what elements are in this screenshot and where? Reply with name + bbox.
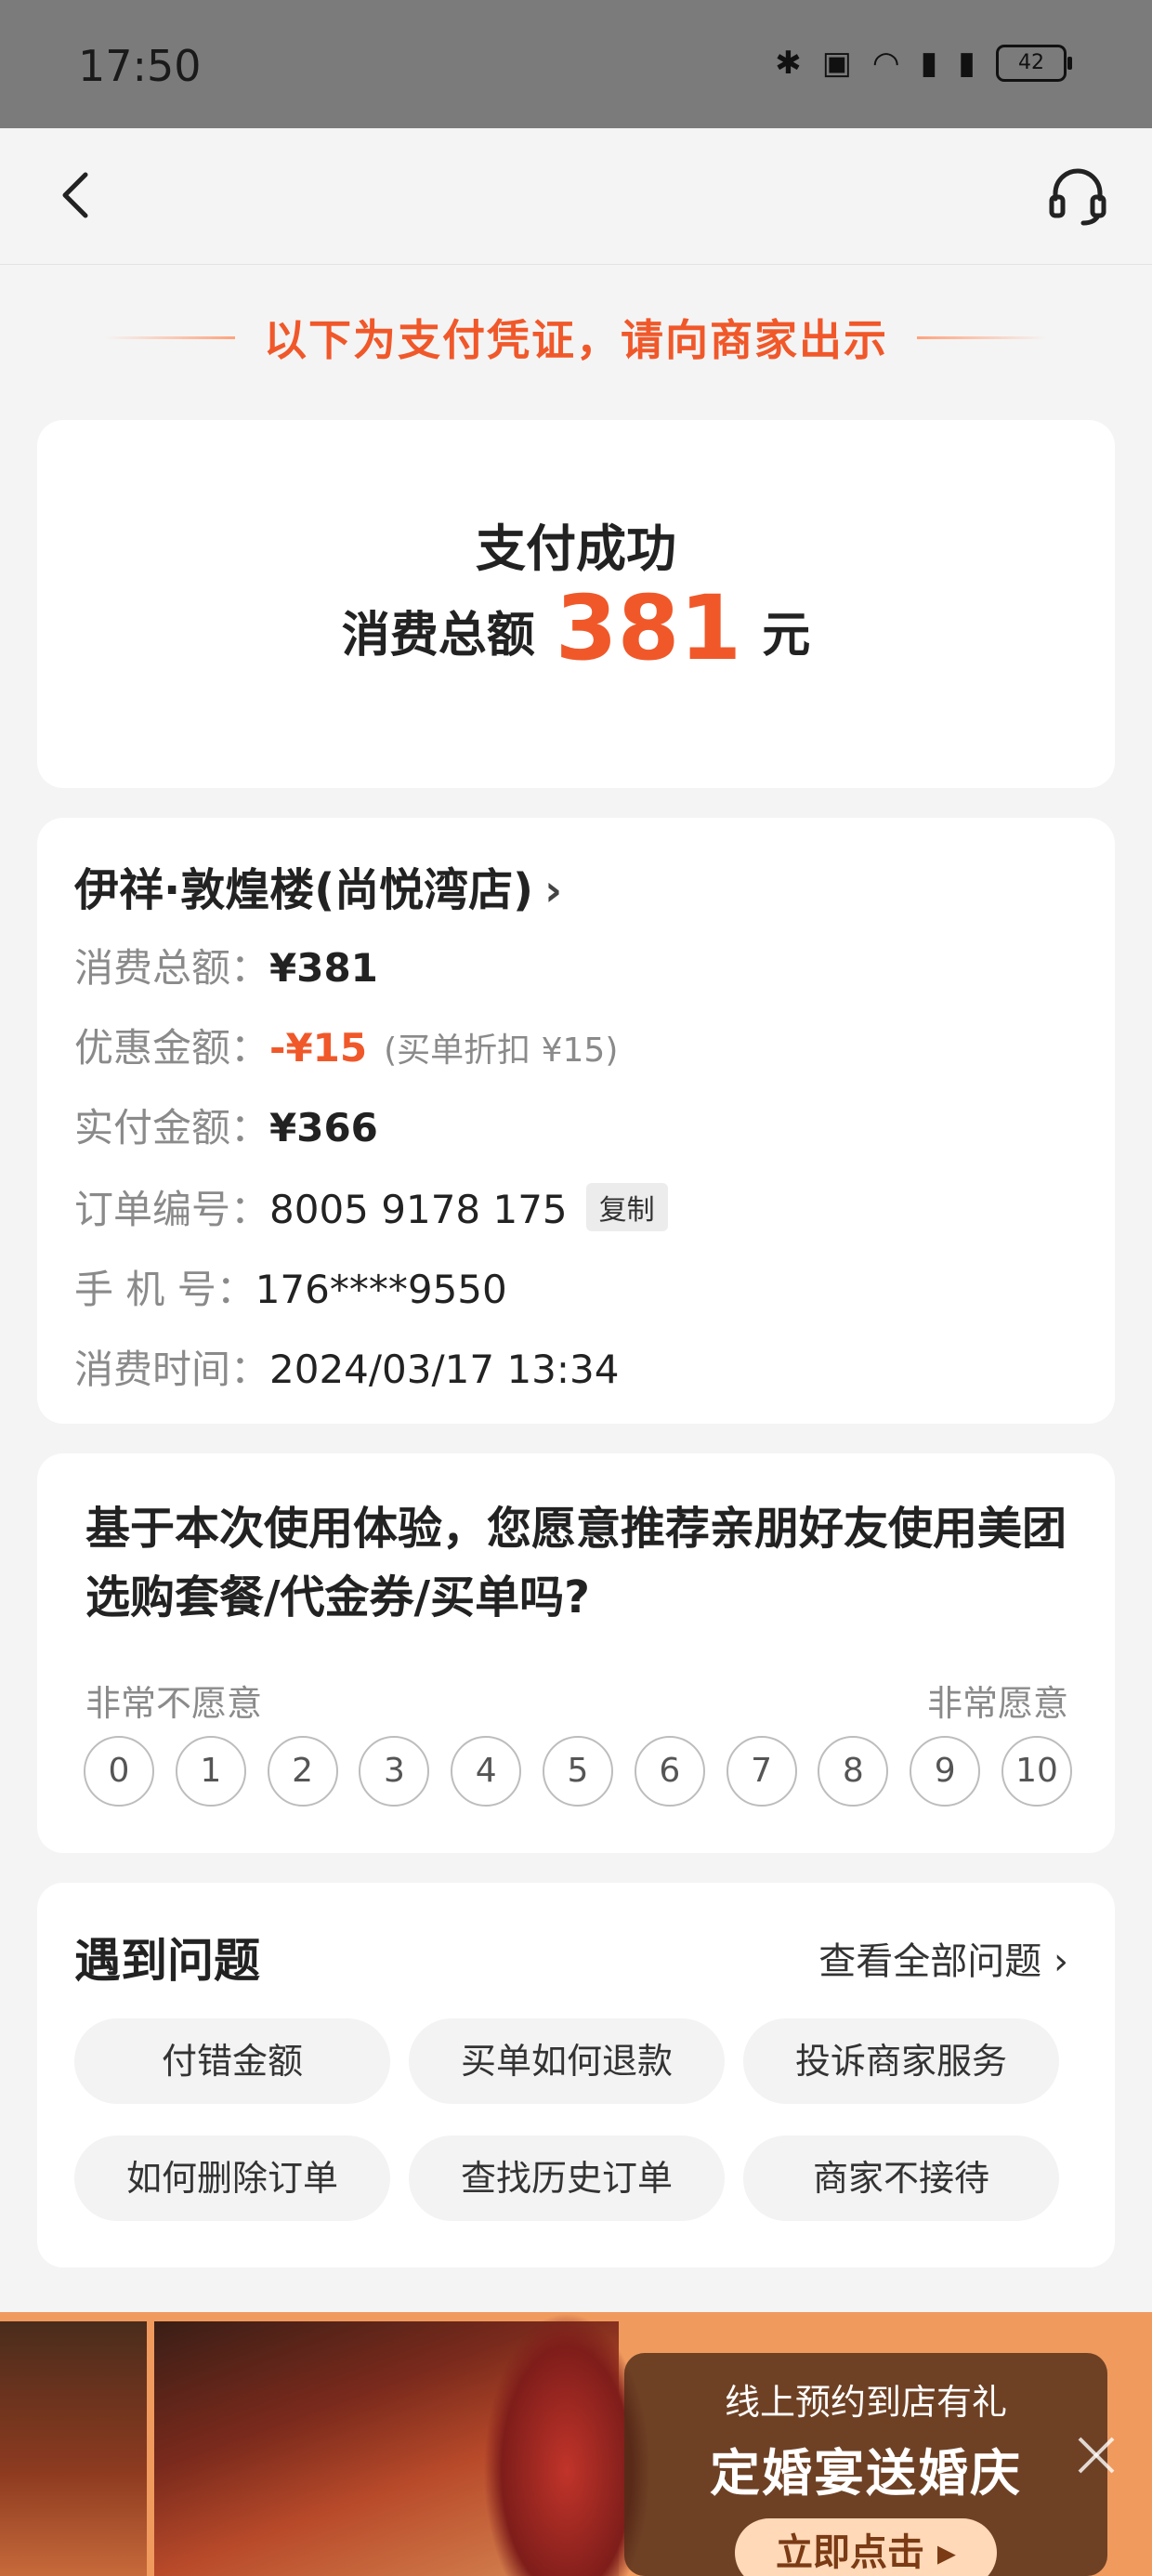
divider-left [104,335,235,339]
rating-option[interactable]: 10 [1001,1736,1072,1807]
total-amount-row: 消费总额 381 元 [37,576,1115,680]
status-icons: ✱ ▣ ◠ ▮ ▮ 42 [775,45,1072,82]
detail-value: 176****9550 [255,1267,507,1312]
view-all-questions-link[interactable]: 查看全部问题 › [818,1931,1068,1985]
rating-option[interactable]: 2 [267,1736,338,1807]
help-card: 遇到问题 查看全部问题 › 付错金额 买单如何退款 投诉商家服务 如何删除订单 … [37,1883,1115,2267]
signal-5g-icon: ▮ [958,45,975,82]
detail-row-order-no: 订单编号：8005 9178 175 复制 [74,1178,668,1235]
shop-name-link[interactable]: 伊祥·敦煌楼(尚悦湾店) › [74,853,562,918]
status-time: 17:50 [78,41,202,91]
detail-row-discount: 优惠金额：-¥15 (买单折扣 ¥15) [74,1017,618,1073]
currency-unit: 元 [762,608,811,664]
detail-row-time: 消费时间：2024/03/17 13:34 [74,1338,619,1395]
detail-value: ¥381 [269,945,378,991]
survey-right-label: 非常愿意 [926,1683,1068,1724]
ad-line1: 线上预约到店有礼 [724,2382,1007,2423]
close-icon[interactable] [1068,2427,1124,2483]
nav-bar [0,128,1152,265]
survey-left-label: 非常不愿意 [85,1683,263,1724]
rating-option[interactable]: 6 [634,1736,705,1807]
total-amount: 381 [555,576,742,680]
payment-success-card: 支付成功 消费总额 381 元 [37,420,1115,788]
help-chip[interactable]: 买单如何退款 [409,2018,725,2104]
survey-question: 基于本次使用体验，您愿意推荐亲朋好友使用美团选购套餐/代金券/买单吗? [85,1503,1067,1623]
hd-icon: ▣ [821,45,852,82]
total-label: 消费总额 [341,608,535,664]
detail-value: 2024/03/17 13:34 [269,1347,620,1392]
back-icon[interactable] [48,165,108,225]
rating-option[interactable]: 0 [84,1736,154,1807]
view-all-label: 查看全部问题 [818,1940,1042,1983]
ad-cta-button[interactable]: 立即点击 ▸ [734,2518,997,2576]
signal-4g-icon: ▮ [920,45,938,82]
chevron-right-icon: › [1054,1940,1068,1983]
bluetooth-icon: ✱ [775,45,802,82]
customer-service-icon[interactable] [1044,162,1111,229]
play-icon: ▸ [936,2531,956,2574]
rating-option[interactable]: 4 [451,1736,522,1807]
rating-option[interactable]: 7 [726,1736,797,1807]
promo-banner[interactable]: 线上预约到店有礼 定婚宴送婚庆 立即点击 ▸ [0,2312,1152,2576]
help-chip[interactable]: 投诉商家服务 [743,2018,1059,2104]
detail-value: -¥15 [269,1025,368,1071]
detail-label: 消费时间： [74,1347,270,1392]
detail-label: 实付金额： [74,1105,270,1150]
copy-button[interactable]: 复制 [585,1183,668,1231]
wifi-icon: ◠ [871,45,900,82]
chevron-right-icon: › [544,865,563,915]
voucher-tip-text: 以下为支付凭证，请向商家出示 [264,315,888,365]
rating-option[interactable]: 8 [818,1736,889,1807]
help-chip[interactable]: 商家不接待 [743,2136,1059,2221]
rating-option[interactable]: 9 [910,1736,981,1807]
rating-option[interactable]: 3 [359,1736,430,1807]
order-details-card: 伊祥·敦煌楼(尚悦湾店) › 消费总额：¥381 优惠金额：-¥15 (买单折扣 ¥… [37,818,1115,1424]
battery-icon: 42 [996,45,1072,82]
detail-value: 8005 9178 175 [269,1187,568,1232]
detail-label: 消费总额： [74,945,270,991]
ad-panel: 线上预约到店有礼 定婚宴送婚庆 立即点击 ▸ [624,2353,1107,2576]
detail-row-total: 消费总额：¥381 [74,937,378,993]
help-chip[interactable]: 如何删除订单 [74,2136,390,2221]
help-title: 遇到问题 [74,1934,260,1988]
shop-name: 伊祥·敦煌楼(尚悦湾店) [74,864,534,916]
detail-label: 订单编号： [74,1187,270,1232]
banner-photo-left [0,2321,147,2576]
survey-card: 基于本次使用体验，您愿意推荐亲朋好友使用美团选购套餐/代金券/买单吗? 非常不愿… [37,1453,1115,1853]
detail-value: ¥366 [269,1105,378,1150]
ad-line2: 定婚宴送婚庆 [710,2444,1022,2503]
status-bar: 17:50 ✱ ▣ ◠ ▮ ▮ 42 [0,0,1152,128]
rating-option[interactable]: 1 [175,1736,246,1807]
voucher-tip: 以下为支付凭证，请向商家出示 [0,307,1152,368]
payment-status: 支付成功 [476,519,676,578]
rating-option[interactable]: 5 [542,1736,613,1807]
detail-label: 手 机 号： [74,1267,255,1312]
help-chip[interactable]: 付错金额 [74,2018,390,2104]
rating-scale: 0 1 2 3 4 5 6 7 8 9 10 [84,1736,1072,1807]
help-chip[interactable]: 查找历史订单 [409,2136,725,2221]
ad-cta-label: 立即点击 [775,2531,924,2574]
help-chips: 付错金额 买单如何退款 投诉商家服务 如何删除订单 查找历史订单 商家不接待 [74,2018,1089,2221]
detail-row-phone: 手 机 号：176****9550 [74,1258,507,1315]
discount-note: (买单折扣 ¥15) [384,1032,619,1070]
detail-row-paid: 实付金额：¥366 [74,1097,378,1153]
detail-label: 优惠金额： [74,1025,270,1071]
divider-right [917,335,1048,339]
